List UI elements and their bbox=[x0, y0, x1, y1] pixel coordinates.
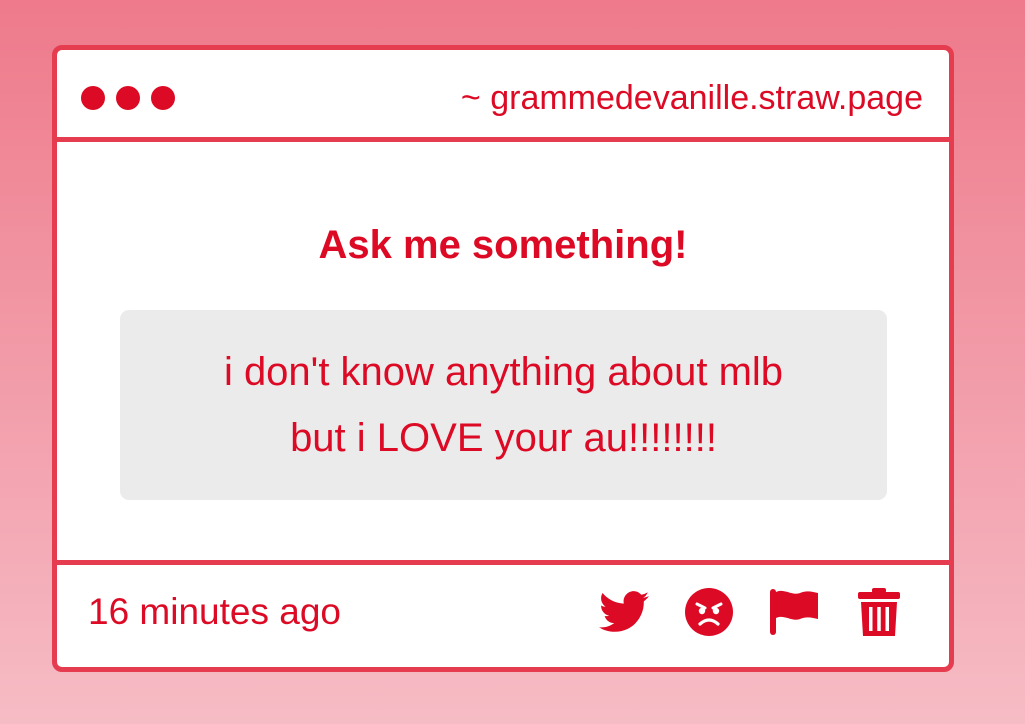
timestamp: 16 minutes ago bbox=[88, 591, 342, 632]
question-box: i don't know anything about mlb but i LO… bbox=[120, 310, 887, 500]
window-dot-1 bbox=[81, 86, 105, 110]
flag-icon bbox=[770, 589, 818, 635]
twitter-icon bbox=[599, 591, 649, 632]
window-dot-3 bbox=[151, 86, 175, 110]
delete-button[interactable] bbox=[853, 586, 905, 638]
trash-icon bbox=[858, 588, 900, 636]
action-bar bbox=[598, 586, 905, 638]
window-controls bbox=[81, 86, 186, 110]
card-footer: 16 minutes ago bbox=[57, 560, 949, 667]
question-line-1: i don't know anything about mlb bbox=[223, 350, 784, 394]
page-title: Ask me something! bbox=[318, 223, 688, 267]
window-titlebar: ~ grammedevanille.straw.page bbox=[57, 50, 949, 142]
question-line-2: but i LOVE your au!!!!!!!! bbox=[290, 416, 717, 460]
react-angry-button[interactable] bbox=[683, 586, 735, 638]
question-text: i don't know anything about mlb but i LO… bbox=[154, 339, 854, 471]
ask-content: Ask me something! i don't know anything … bbox=[57, 142, 949, 560]
share-twitter-button[interactable] bbox=[598, 586, 650, 638]
ask-card: ~ grammedevanille.straw.page Ask me some… bbox=[52, 45, 954, 672]
angry-face-icon bbox=[685, 588, 733, 636]
page-url: ~ grammedevanille.straw.page bbox=[460, 79, 923, 117]
report-button[interactable] bbox=[768, 586, 820, 638]
window-dot-2 bbox=[116, 86, 140, 110]
